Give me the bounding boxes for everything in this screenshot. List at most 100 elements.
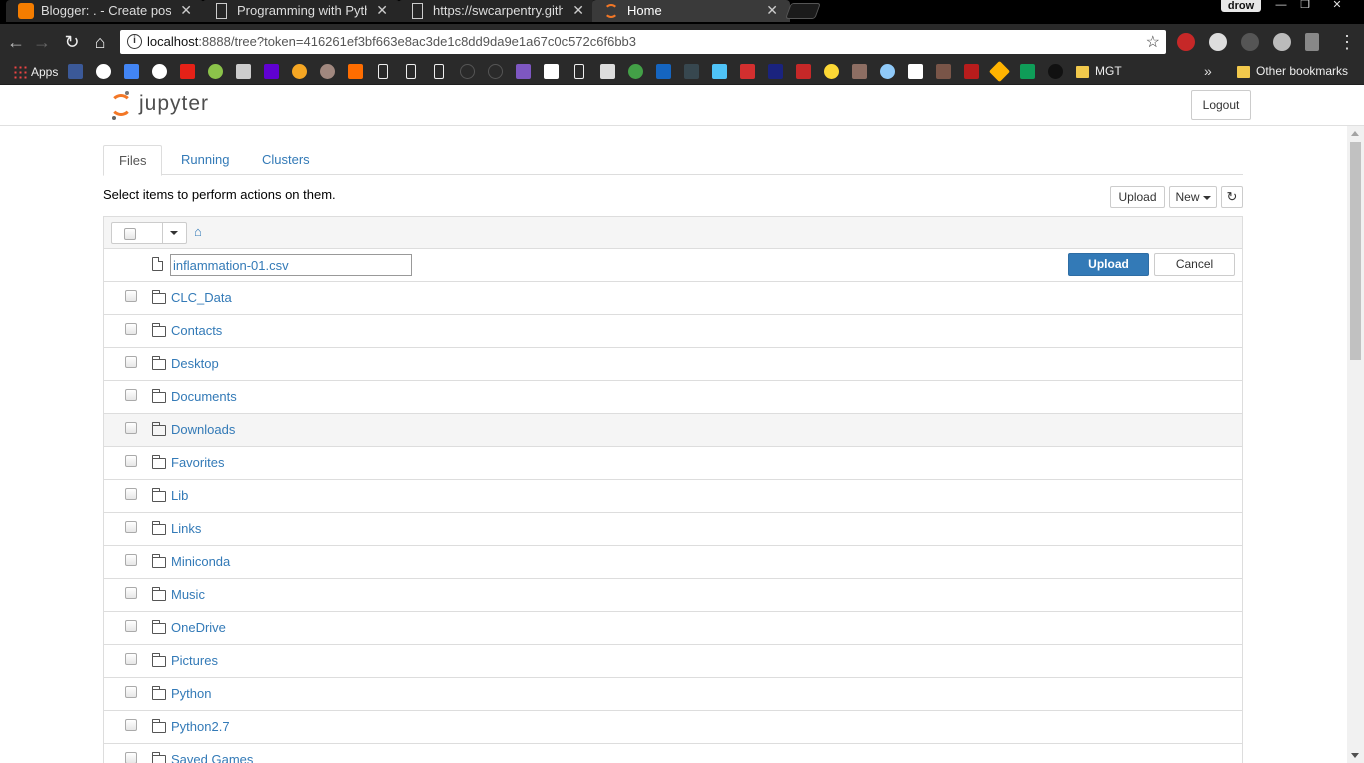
table-row[interactable]: Favorites bbox=[104, 447, 1242, 480]
folder-link[interactable]: Python2.7 bbox=[171, 719, 230, 734]
folder-link[interactable]: Favorites bbox=[171, 455, 224, 470]
youtube-icon[interactable] bbox=[180, 64, 195, 79]
folder-link[interactable]: Music bbox=[171, 587, 205, 602]
bookmark-icon[interactable] bbox=[460, 64, 475, 79]
row-checkbox[interactable] bbox=[125, 488, 137, 500]
new-dropdown-button[interactable]: New bbox=[1169, 186, 1217, 208]
row-checkbox[interactable] bbox=[125, 356, 137, 368]
tab-running[interactable]: Running bbox=[166, 145, 244, 175]
folder-link[interactable]: Documents bbox=[171, 389, 237, 404]
yahoo-icon[interactable] bbox=[264, 64, 279, 79]
browser-tab-blogger[interactable]: Blogger: . - Create post ✕ bbox=[6, 0, 204, 22]
folder-link[interactable]: Desktop bbox=[171, 356, 219, 371]
row-checkbox[interactable] bbox=[125, 455, 137, 467]
bookmark-icon[interactable] bbox=[1048, 64, 1063, 79]
table-row[interactable]: Links bbox=[104, 513, 1242, 546]
scroll-up-icon[interactable] bbox=[1351, 131, 1359, 136]
extension-gear-icon[interactable] bbox=[1241, 33, 1259, 51]
row-checkbox[interactable] bbox=[125, 719, 137, 731]
other-bookmarks[interactable]: Other bookmarks bbox=[1237, 64, 1348, 78]
table-row[interactable]: Pictures bbox=[104, 645, 1242, 678]
bookmark-icon[interactable] bbox=[656, 64, 671, 79]
google-translate-icon[interactable] bbox=[124, 64, 139, 79]
bookmark-icon[interactable] bbox=[988, 60, 1011, 83]
bookmark-icon[interactable] bbox=[936, 64, 951, 79]
scroll-thumb[interactable] bbox=[1350, 142, 1361, 360]
table-row[interactable]: Music bbox=[104, 579, 1242, 612]
document-icon[interactable] bbox=[574, 64, 584, 79]
page-scrollbar[interactable] bbox=[1347, 126, 1364, 763]
folder-link[interactable]: Pictures bbox=[171, 653, 218, 668]
bookmark-icon[interactable] bbox=[880, 64, 895, 79]
table-row[interactable]: Saved Games bbox=[104, 744, 1242, 763]
bookmark-icon[interactable] bbox=[236, 64, 251, 79]
upload-filename-input[interactable] bbox=[170, 254, 412, 276]
folder-link[interactable]: Downloads bbox=[171, 422, 235, 437]
bookmark-icon[interactable] bbox=[600, 64, 615, 79]
more-bookmarks-icon[interactable]: » bbox=[1204, 63, 1212, 79]
row-checkbox[interactable] bbox=[125, 290, 137, 302]
select-all-checkbox[interactable] bbox=[124, 228, 136, 240]
play-icon[interactable] bbox=[348, 64, 363, 79]
upload-confirm-button[interactable]: Upload bbox=[1068, 253, 1149, 276]
bookmark-icon[interactable] bbox=[796, 64, 811, 79]
close-icon[interactable]: ✕ bbox=[376, 2, 388, 19]
close-icon[interactable]: ✕ bbox=[572, 2, 584, 19]
bookmark-icon[interactable] bbox=[852, 64, 867, 79]
bookmark-icon[interactable] bbox=[768, 64, 783, 79]
minimize-icon[interactable]: — bbox=[1270, 0, 1292, 12]
gmail-icon[interactable] bbox=[740, 64, 755, 79]
document-icon[interactable] bbox=[378, 64, 388, 79]
profile-button[interactable]: drow bbox=[1221, 0, 1261, 12]
bookmark-icon[interactable] bbox=[320, 64, 335, 79]
bookmark-icon[interactable] bbox=[208, 64, 223, 79]
google-drive-icon[interactable] bbox=[1020, 64, 1035, 79]
bookmark-icon[interactable] bbox=[516, 64, 531, 79]
logout-button[interactable]: Logout bbox=[1191, 90, 1251, 120]
forward-icon[interactable]: → bbox=[31, 31, 53, 53]
table-row[interactable]: Downloads bbox=[104, 414, 1242, 447]
row-checkbox[interactable] bbox=[125, 323, 137, 335]
facebook-icon[interactable] bbox=[68, 64, 83, 79]
row-checkbox[interactable] bbox=[125, 686, 137, 698]
reload-icon[interactable]: ↻ bbox=[61, 31, 83, 53]
bookmark-folder-mgt[interactable]: MGT bbox=[1076, 64, 1122, 78]
row-checkbox[interactable] bbox=[125, 587, 137, 599]
row-checkbox[interactable] bbox=[125, 752, 137, 763]
home-icon[interactable]: ⌂ bbox=[194, 224, 202, 239]
folder-link[interactable]: Contacts bbox=[171, 323, 222, 338]
scroll-down-icon[interactable] bbox=[1351, 753, 1359, 758]
row-checkbox[interactable] bbox=[125, 521, 137, 533]
folder-link[interactable]: CLC_Data bbox=[171, 290, 232, 305]
bookmark-icon[interactable] bbox=[628, 64, 643, 79]
table-row[interactable]: Python2.7 bbox=[104, 711, 1242, 744]
bookmark-icon[interactable] bbox=[964, 64, 979, 79]
close-icon[interactable]: ✕ bbox=[180, 2, 192, 19]
extension-circle-icon[interactable] bbox=[1209, 33, 1227, 51]
table-row[interactable]: Documents bbox=[104, 381, 1242, 414]
bookmark-icon[interactable] bbox=[824, 64, 839, 79]
table-row[interactable]: Desktop bbox=[104, 348, 1242, 381]
table-row[interactable]: Python bbox=[104, 678, 1242, 711]
folder-link[interactable]: Saved Games bbox=[171, 752, 253, 763]
bookmark-icon[interactable] bbox=[488, 64, 503, 79]
table-row[interactable]: Miniconda bbox=[104, 546, 1242, 579]
tab-clusters[interactable]: Clusters bbox=[247, 145, 325, 175]
back-icon[interactable]: ← bbox=[5, 31, 27, 53]
extension-cloud-icon[interactable] bbox=[1273, 33, 1291, 51]
apps-bookmark[interactable]: Apps bbox=[9, 64, 58, 79]
select-menu-toggle[interactable] bbox=[162, 223, 186, 243]
home-icon[interactable]: ⌂ bbox=[89, 31, 111, 53]
folder-link[interactable]: Miniconda bbox=[171, 554, 230, 569]
upload-cancel-button[interactable]: Cancel bbox=[1154, 253, 1235, 276]
row-checkbox[interactable] bbox=[125, 422, 137, 434]
row-checkbox[interactable] bbox=[125, 653, 137, 665]
info-icon[interactable]: i bbox=[127, 34, 142, 49]
bookmark-icon[interactable] bbox=[292, 64, 307, 79]
window-close-icon[interactable]: ✕ bbox=[1326, 0, 1348, 12]
download-icon[interactable] bbox=[1305, 33, 1319, 51]
table-row[interactable]: Contacts bbox=[104, 315, 1242, 348]
upload-button[interactable]: Upload bbox=[1110, 186, 1165, 208]
table-row[interactable]: CLC_Data bbox=[104, 282, 1242, 315]
bookmark-icon[interactable] bbox=[544, 64, 559, 79]
